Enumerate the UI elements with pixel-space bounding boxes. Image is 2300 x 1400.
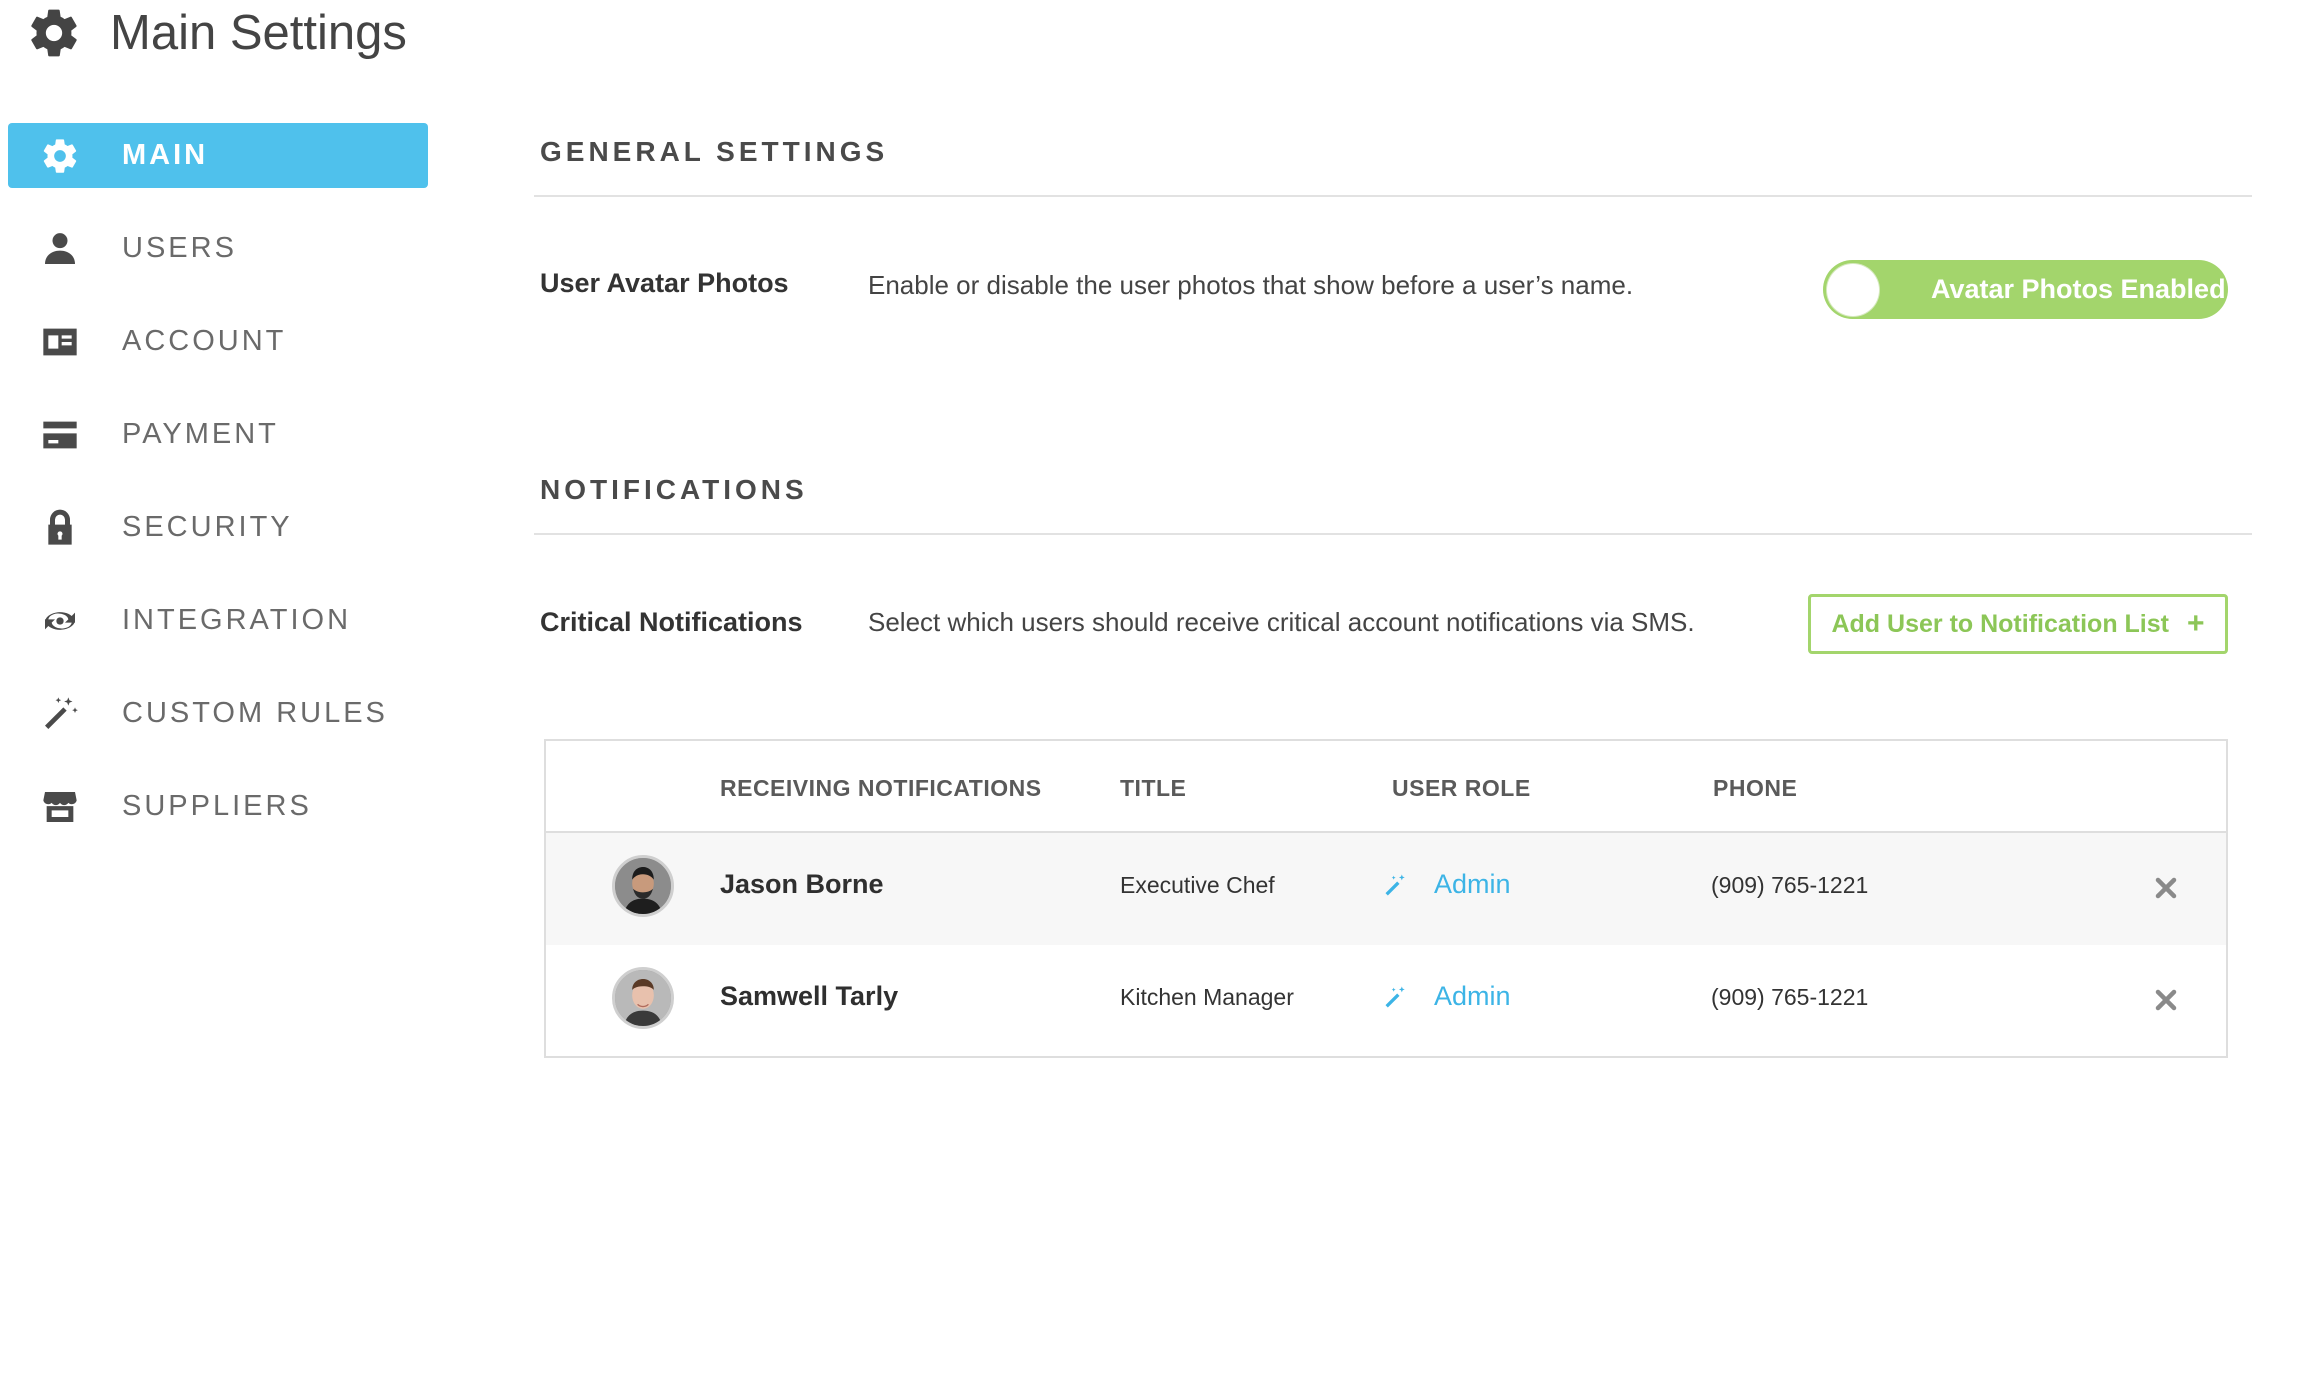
avatar (612, 855, 674, 917)
column-phone[interactable]: PHONE (1713, 775, 1797, 802)
add-user-button[interactable]: Add User to Notification List + (1808, 594, 2228, 654)
sidebar-item-label: ACCOUNT (122, 325, 287, 357)
sidebar-item-main[interactable]: MAIN (8, 123, 428, 188)
page-title: Main Settings (110, 6, 407, 60)
main-content: GENERAL SETTINGS User Avatar Photos Enab… (534, 0, 2264, 1400)
sidebar-item-label: USERS (122, 232, 237, 264)
page-header: Main Settings (26, 0, 407, 66)
magic-wand-icon (38, 692, 82, 736)
user-role-label: Admin (1434, 981, 1511, 1011)
toggle-label: Avatar Photos Enabled (1931, 274, 2226, 304)
avatar-photos-label: User Avatar Photos (540, 268, 789, 298)
critical-notifications-description: Select which users should receive critic… (868, 607, 1695, 637)
divider (534, 533, 2252, 535)
divider (534, 195, 2252, 197)
user-title: Kitchen Manager (1120, 984, 1294, 1010)
sidebar-item-payment[interactable]: PAYMENT (8, 402, 428, 467)
critical-notifications-label: Critical Notifications (540, 607, 803, 637)
user-phone: (909) 765-1221 (1711, 984, 1869, 1010)
user-role[interactable]: Admin (1382, 869, 1511, 900)
sidebar-item-label: INTEGRATION (122, 604, 352, 636)
notifications-heading: NOTIFICATIONS (540, 474, 808, 505)
sidebar-item-account[interactable]: ACCOUNT (8, 309, 428, 374)
avatar-photos-toggle[interactable]: Avatar Photos Enabled (1823, 260, 2228, 319)
user-name: Samwell Tarly (720, 981, 899, 1011)
user-role-label: Admin (1434, 869, 1511, 899)
table-row: Samwell Tarly Kitchen Manager Admin (909… (546, 945, 2226, 1057)
sidebar: MAIN USERS ACCOUNT PAYMENT SECURITY INTE… (8, 123, 428, 867)
lock-icon (38, 506, 82, 550)
user-phone: (909) 765-1221 (1711, 872, 1869, 898)
table-header: RECEIVING NOTIFICATIONS TITLE USER ROLE … (546, 741, 2226, 833)
gear-icon (31, 9, 77, 57)
column-user-role[interactable]: USER ROLE (1392, 775, 1531, 802)
avatar-photos-description: Enable or disable the user photos that s… (868, 270, 1634, 300)
id-card-icon (38, 320, 82, 364)
general-settings-heading: GENERAL SETTINGS (540, 136, 889, 167)
storefront-icon (38, 785, 82, 829)
user-name: Jason Borne (720, 869, 884, 899)
close-icon (2155, 989, 2177, 1011)
sidebar-item-label: CUSTOM RULES (122, 697, 388, 729)
sidebar-item-label: MAIN (122, 139, 209, 171)
plus-icon: + (2186, 607, 2205, 640)
user-icon (38, 227, 82, 271)
gear-icon (38, 134, 82, 178)
table-row: Jason Borne Executive Chef Admin (909) 7… (546, 833, 2226, 945)
sidebar-item-label: PAYMENT (122, 418, 279, 450)
toggle-knob (1827, 263, 1879, 316)
sidebar-item-users[interactable]: USERS (8, 216, 428, 281)
avatar (612, 967, 674, 1029)
sidebar-item-custom-rules[interactable]: CUSTOM RULES (8, 681, 428, 746)
add-user-button-label: Add User to Notification List (1831, 609, 2169, 638)
close-icon (2155, 877, 2177, 899)
remove-user-button[interactable] (2146, 980, 2186, 1020)
integration-icon (38, 599, 82, 643)
sidebar-item-integration[interactable]: INTEGRATION (8, 588, 428, 653)
remove-user-button[interactable] (2146, 868, 2186, 908)
sidebar-item-label: SUPPLIERS (122, 790, 312, 822)
credit-card-icon (38, 413, 82, 457)
notification-table: RECEIVING NOTIFICATIONS TITLE USER ROLE … (544, 739, 2228, 1058)
admin-wand-icon (1385, 986, 1405, 1007)
admin-wand-icon (1385, 874, 1405, 895)
sidebar-item-suppliers[interactable]: SUPPLIERS (8, 774, 428, 839)
user-title: Executive Chef (1120, 872, 1275, 898)
sidebar-item-security[interactable]: SECURITY (8, 495, 428, 560)
sidebar-item-label: SECURITY (122, 511, 293, 543)
column-receiving[interactable]: RECEIVING NOTIFICATIONS (720, 775, 1042, 802)
user-role[interactable]: Admin (1382, 981, 1511, 1012)
column-title[interactable]: TITLE (1120, 775, 1186, 802)
